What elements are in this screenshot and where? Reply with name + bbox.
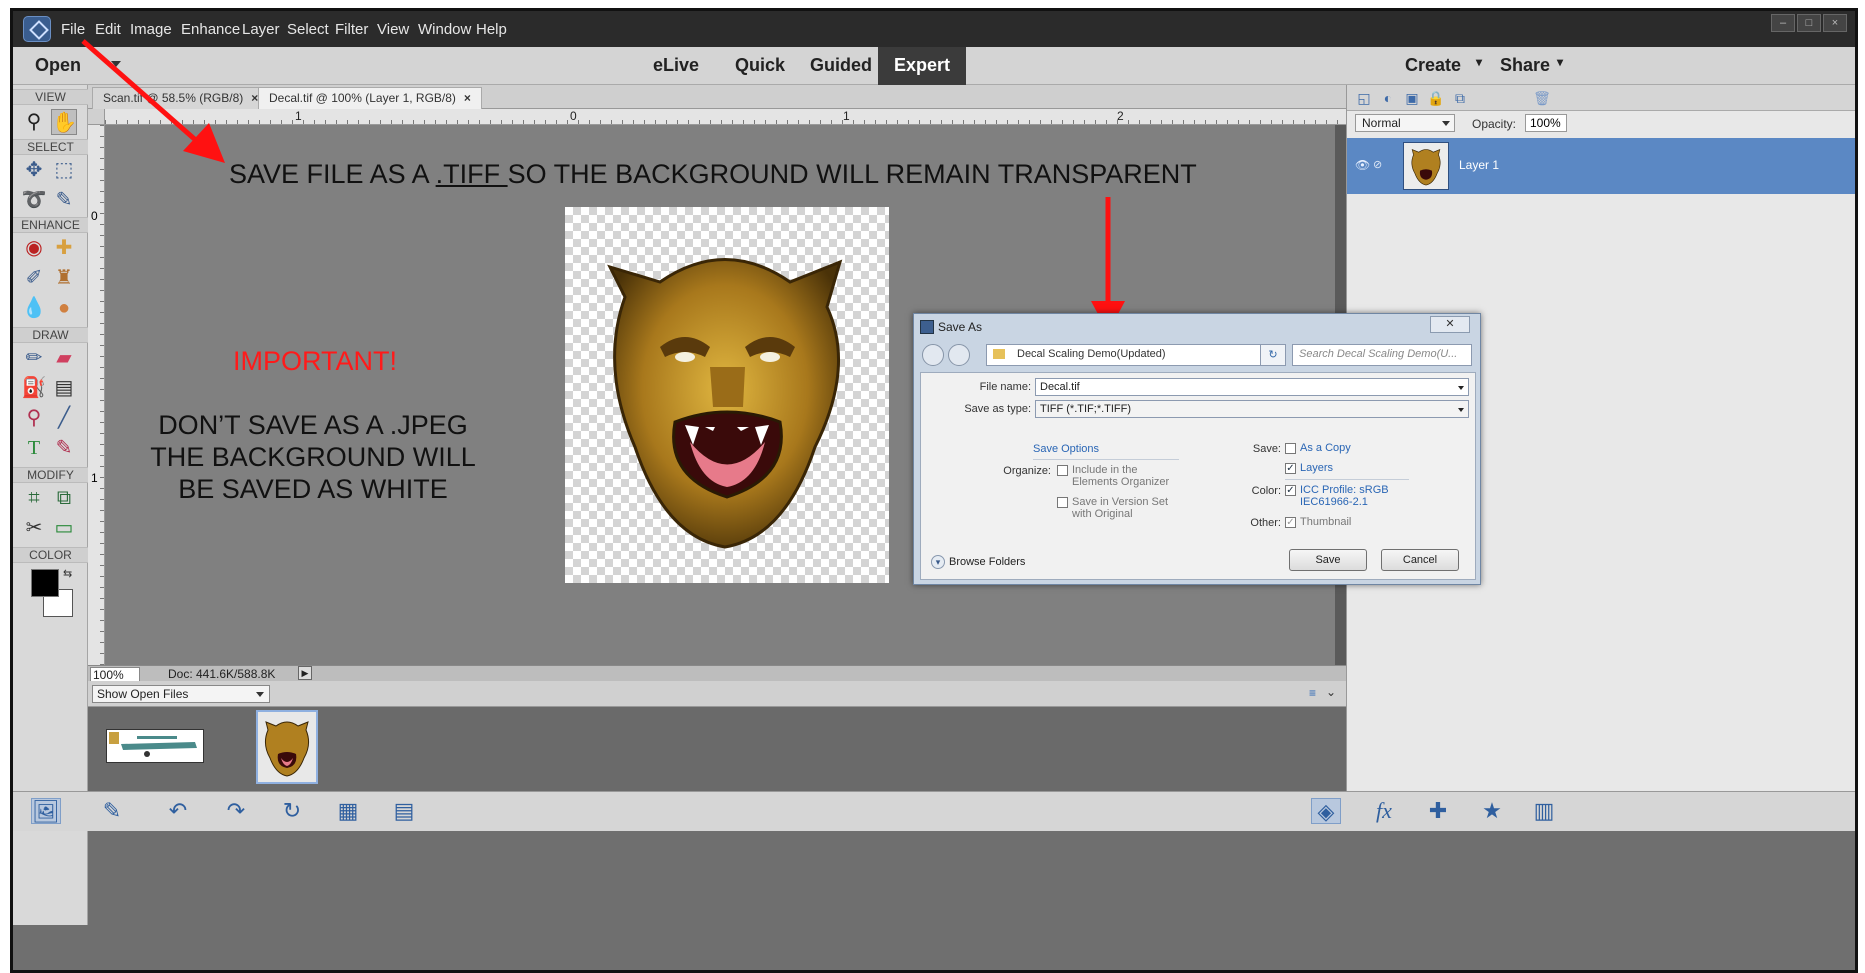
status-bar: 100% Doc: 441.6K/588.8K ▶ [88, 665, 1346, 683]
organizer-icon[interactable]: ▤ [389, 798, 419, 824]
thumbnail-label: Thumbnail [1300, 516, 1352, 528]
lock-icon[interactable]: 🔒 [1427, 89, 1445, 107]
include-organizer-checkbox[interactable] [1057, 465, 1068, 476]
browse-folders-link[interactable]: Browse Folders [949, 556, 1025, 568]
color-label: Color: [1251, 485, 1281, 497]
dialog-title: Save As [938, 320, 983, 334]
bottom-taskbar: 🖼 ✎ ↶ ↷ ↻ ▦ ▤ ◈ fx ✚ ★ ▥ [13, 791, 1855, 831]
werewolf-layer-icon [1411, 149, 1441, 186]
save-button[interactable]: Save [1289, 549, 1367, 571]
arrow-to-file-menu [81, 39, 201, 145]
layers-panel-toolbar: ◱ ◐ ▣ 🔒 ⧉ 🗑 [1347, 85, 1855, 111]
include-organizer-label: Include in the Elements Organizer [1072, 464, 1170, 488]
save-label: Save: [1252, 443, 1281, 455]
new-layer-icon[interactable]: ◱ [1355, 89, 1373, 107]
opacity-label: Opacity: [1472, 117, 1517, 131]
arrow-head-icon [183, 123, 225, 163]
doc-size: Doc: 441.6K/588.8K [168, 667, 276, 681]
eye-icon[interactable]: 👁 [1355, 158, 1370, 172]
layer-name: Layer 1 [1459, 158, 1500, 172]
divider [1033, 459, 1179, 460]
layer-row[interactable]: 👁 ⊘ Layer 1 [1347, 138, 1855, 194]
tool-options-icon[interactable]: ✎ [97, 798, 127, 824]
thumbnail-scan[interactable] [106, 729, 204, 763]
rotate-icon[interactable]: ↻ [277, 798, 307, 824]
version-set-label: Save in Version Set with Original [1072, 496, 1169, 520]
favorites-icon[interactable]: ★ [1477, 798, 1507, 824]
show-open-files-select[interactable]: Show Open Files [92, 685, 270, 703]
effects-icon[interactable]: fx [1369, 798, 1399, 824]
version-set-checkbox[interactable] [1057, 497, 1068, 508]
dialog-close-icon[interactable]: ✕ [1430, 316, 1470, 333]
plane-icon [109, 732, 197, 757]
blend-mode-select[interactable]: Normal [1355, 114, 1455, 132]
play-icon[interactable]: ▶ [298, 666, 312, 680]
icc-profile-label: ICC Profile: sRGB IEC61966-2.1 [1300, 484, 1389, 508]
werewolf-thumb-icon [264, 721, 310, 777]
photo-bin-bar: Show Open Files ≡ ⌄ [88, 681, 1346, 707]
redo-icon[interactable]: ↷ [221, 798, 251, 824]
opacity-field[interactable]: 100% [1525, 114, 1567, 132]
app-window: File Edit Image Enhance Layer Select Fil… [10, 8, 1858, 973]
save-options-heading: Save Options [1033, 443, 1100, 455]
graphics-icon[interactable]: ✚ [1423, 798, 1453, 824]
photo-bin [88, 707, 1346, 791]
forward-icon[interactable] [948, 344, 970, 366]
layers-label: Layers [1300, 462, 1334, 474]
other-label: Other: [1250, 517, 1281, 529]
undo-icon[interactable]: ↶ [163, 798, 193, 824]
thumbnail-decal[interactable] [256, 710, 318, 784]
as-copy-label: As a Copy [1300, 442, 1351, 454]
more-icon[interactable]: ▥ [1529, 798, 1559, 824]
save-type-select[interactable]: TIFF (*.TIF;*.TIFF) [1035, 400, 1469, 418]
divider [1285, 479, 1409, 480]
layers-icon[interactable]: ◈ [1311, 798, 1341, 824]
link-layers-icon[interactable]: ⧉ [1451, 89, 1469, 107]
photo-bin-icon[interactable]: 🖼 [31, 798, 61, 824]
adjustment-layer-icon[interactable]: ◐ [1379, 89, 1397, 107]
file-name-field[interactable]: Decal.tif [1035, 378, 1469, 396]
layout-icon[interactable]: ▦ [333, 798, 363, 824]
back-icon[interactable] [922, 344, 944, 366]
expand-icon[interactable]: ▾ [931, 555, 945, 569]
icc-profile-checkbox[interactable]: ✓ [1285, 485, 1296, 496]
trash-icon[interactable]: 🗑 [1533, 89, 1551, 107]
refresh-icon[interactable]: ↻ [1260, 344, 1286, 366]
chevron-down-icon[interactable]: ⌄ [1326, 685, 1336, 699]
lock-layer-icon[interactable]: ⊘ [1373, 158, 1382, 171]
layer-thumbnail [1403, 142, 1449, 190]
folder-icon [993, 349, 1005, 359]
dialog-app-icon [920, 320, 934, 334]
dialog-body: File name: Decal.tif Save as type: TIFF … [920, 372, 1476, 580]
layers-checkbox[interactable]: ✓ [1285, 463, 1296, 474]
save-type-label: Save as type: [964, 403, 1031, 415]
organize-label: Organize: [1003, 465, 1051, 477]
path-bar[interactable]: Decal Scaling Demo(Updated) [986, 344, 1286, 366]
cancel-button[interactable]: Cancel [1381, 549, 1459, 571]
thumbnail-checkbox[interactable]: ✓ [1285, 517, 1296, 528]
path-text: Decal Scaling Demo(Updated) [1017, 348, 1166, 360]
bin-menu-icon[interactable]: ≡ [1309, 686, 1316, 700]
file-name-label: File name: [979, 381, 1031, 393]
search-input[interactable]: Search Decal Scaling Demo(U... [1292, 344, 1472, 366]
mask-icon[interactable]: ▣ [1403, 89, 1421, 107]
save-as-dialog: Save As ✕ Decal Scaling Demo(Updated) ↻ … [913, 313, 1481, 585]
as-copy-checkbox[interactable] [1285, 443, 1296, 454]
